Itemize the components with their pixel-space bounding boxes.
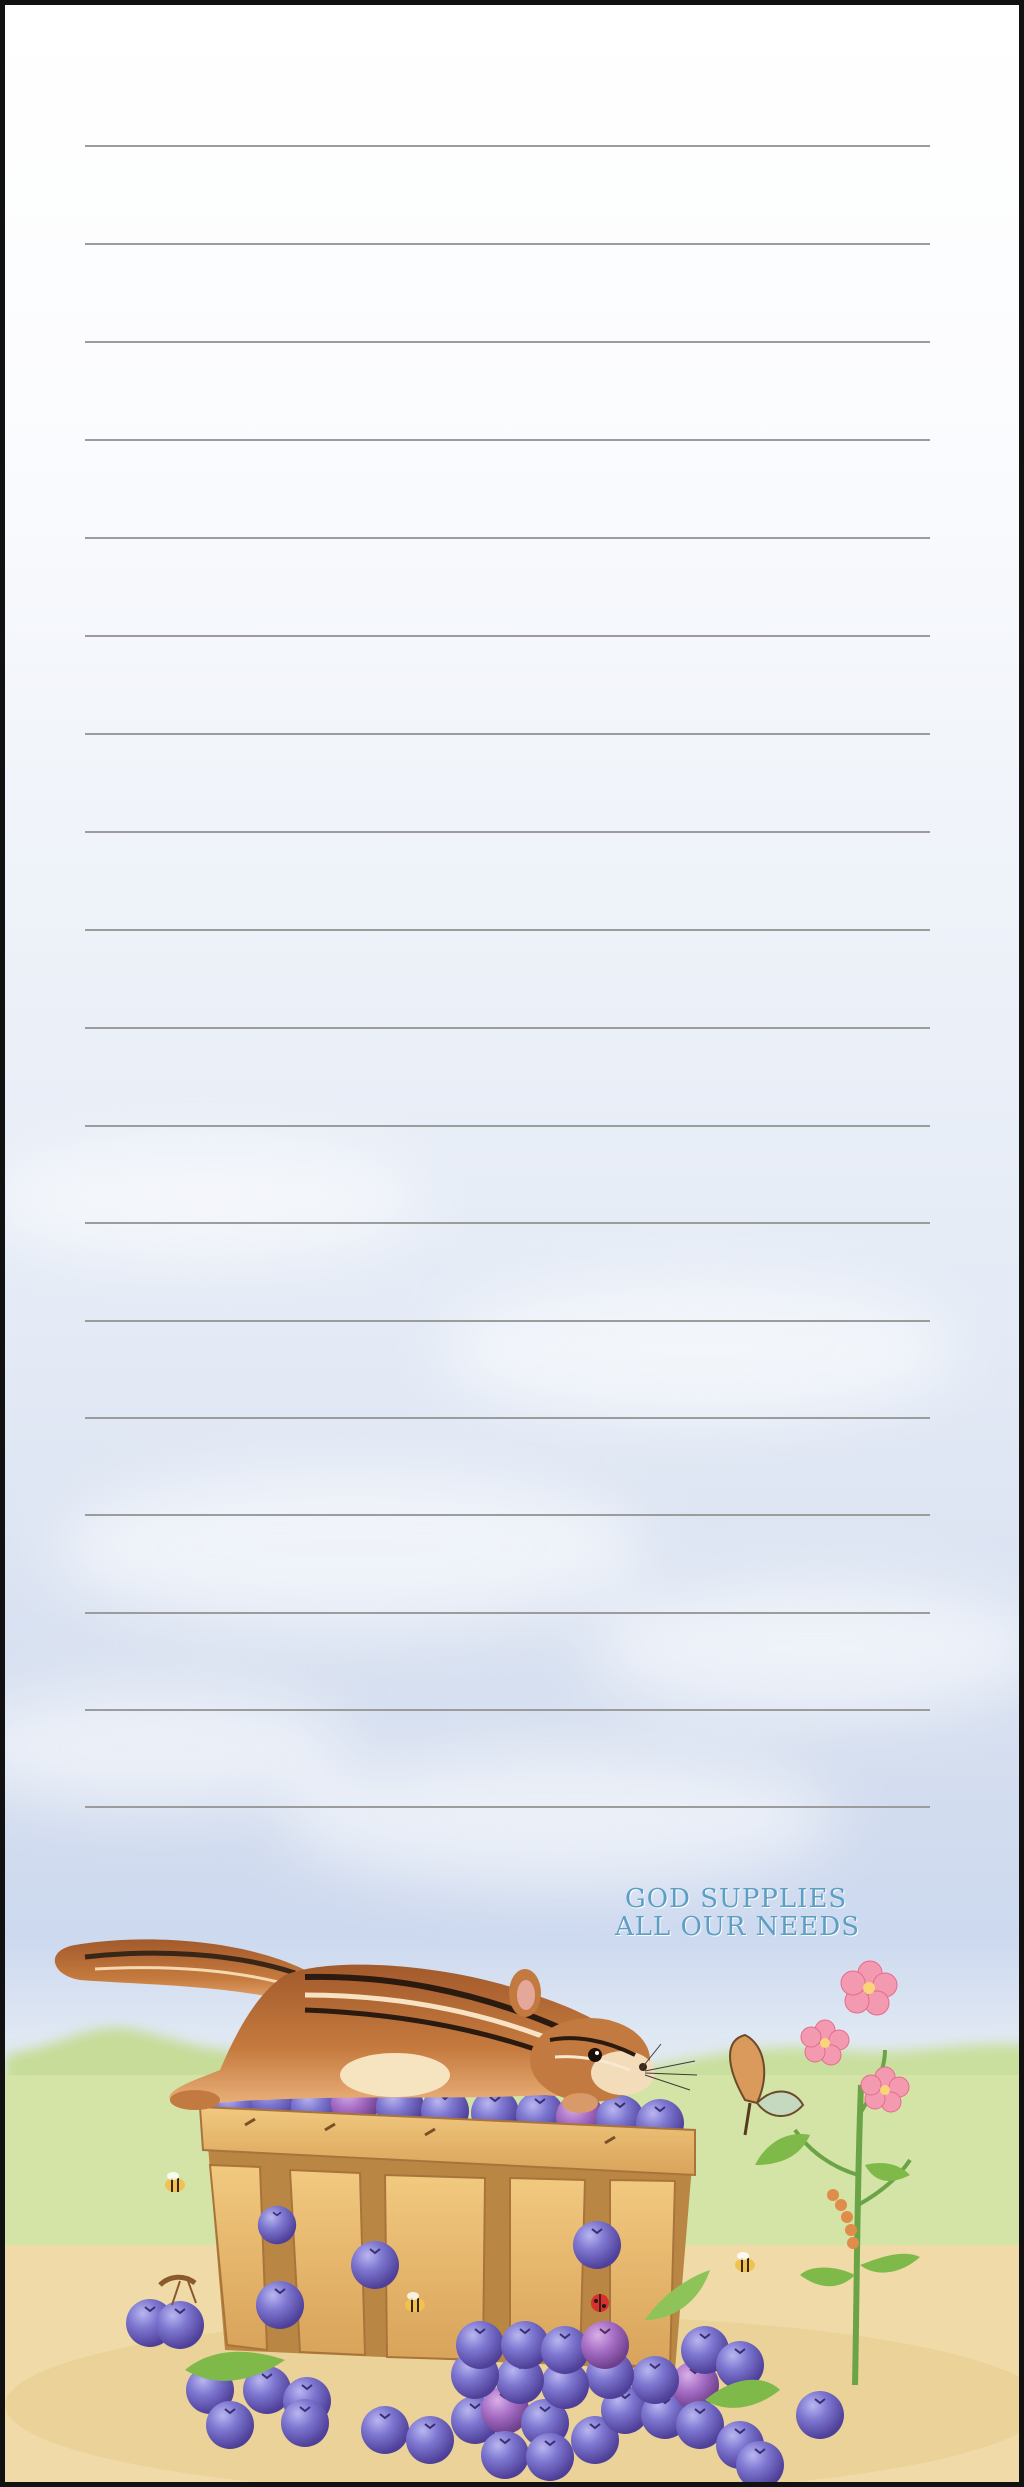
ruled-line[interactable] xyxy=(85,145,930,147)
ruled-line[interactable] xyxy=(85,1709,930,1711)
berry-basket xyxy=(198,2075,696,2370)
ruled-line[interactable] xyxy=(85,537,930,539)
ruled-line[interactable] xyxy=(85,341,930,343)
ruled-line[interactable] xyxy=(85,1417,930,1419)
notepad-page: GOD SUPPLIES ALL OUR NEEDS xyxy=(0,0,1024,2487)
ladybug xyxy=(591,2294,609,2312)
ruled-line[interactable] xyxy=(85,929,930,931)
ruled-line[interactable] xyxy=(85,831,930,833)
ruled-line[interactable] xyxy=(85,1222,930,1224)
ruled-line[interactable] xyxy=(85,1612,930,1614)
ruled-lines xyxy=(5,5,1019,1855)
ruled-line[interactable] xyxy=(85,439,930,441)
illustration xyxy=(5,1939,1019,2482)
ruled-line[interactable] xyxy=(85,1027,930,1029)
ruled-line[interactable] xyxy=(85,1125,930,1127)
ruled-line[interactable] xyxy=(85,1806,930,1808)
ruled-line[interactable] xyxy=(85,1320,930,1322)
ruled-line[interactable] xyxy=(85,635,930,637)
ruled-line[interactable] xyxy=(85,733,930,735)
ruled-line[interactable] xyxy=(85,1514,930,1516)
ruled-line[interactable] xyxy=(85,243,930,245)
